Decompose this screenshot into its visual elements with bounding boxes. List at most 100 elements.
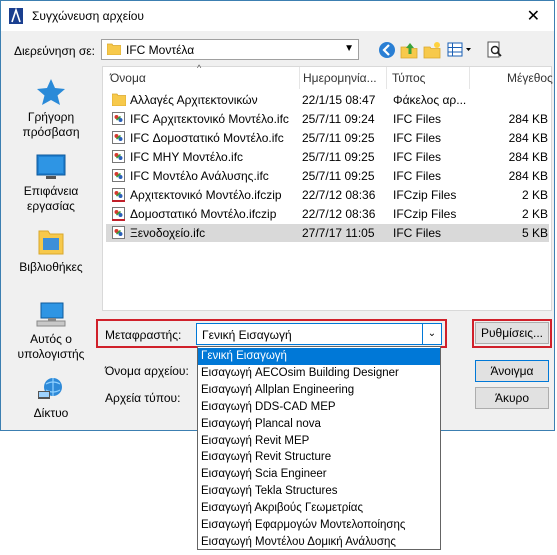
translator-option[interactable]: Εισαγωγή Plancal nova (198, 416, 440, 433)
column-header-date[interactable]: Ημερομηνία... (303, 67, 377, 89)
file-size: 284 KB (508, 150, 548, 164)
look-in-value: IFC Μοντέλα (126, 43, 195, 57)
column-header-type[interactable]: Τύπος (392, 67, 425, 89)
ifc-file-icon (112, 188, 125, 202)
file-row[interactable]: Δομοστατικό Μοντέλο.ifczip 22/7/12 08:36 I… (106, 205, 549, 223)
chevron-down-icon[interactable]: ▼ (344, 43, 354, 54)
translator-option[interactable]: Εισαγωγή DDS-CAD MEP (198, 399, 440, 416)
file-name: IFC Αρχιτεκτονικό Μοντέλο.ifc (130, 112, 289, 126)
file-name: IFC MHY Μοντέλο.ifc (130, 150, 244, 164)
network-icon (38, 378, 62, 399)
look-in-combo[interactable]: IFC Μοντέλα ▼ (101, 39, 359, 60)
place-network[interactable]: Δίκτυο (8, 376, 94, 421)
close-icon[interactable]: ✕ (527, 6, 540, 26)
file-row[interactable]: Αλλαγές Αρχιτεκτονικών 22/1/15 08:47 Φάκελ… (106, 91, 549, 109)
file-size: 284 KB (508, 169, 548, 183)
window-title: Συγχώνευση αρχείου (32, 9, 144, 23)
column-header-size[interactable]: Μέγεθος (507, 67, 553, 89)
place-this-pc[interactable]: Αυτός ο υπολογιστής (8, 302, 94, 362)
chevron-down-icon[interactable]: ⌄ (422, 324, 441, 344)
translator-option[interactable]: Εισαγωγή Tekla Structures (198, 483, 440, 500)
title-bar: Συγχώνευση αρχείου ✕ (1, 1, 554, 31)
translator-option[interactable]: Εισαγωγή Ακριβούς Γεωμετρίας (198, 500, 440, 517)
translator-dropdown-list: Γενική Εισαγωγή Εισαγωγή AECOsim Building… (197, 346, 441, 550)
translator-option[interactable]: Γενική Εισαγωγή (198, 348, 440, 365)
file-size: 2 KB (521, 207, 548, 221)
back-icon[interactable] (377, 40, 397, 60)
file-name: Ξενοδοχείο.ifc (130, 226, 206, 240)
file-date: 25/7/11 09:25 (302, 169, 375, 183)
file-name: IFC Δομοστατικό Μοντέλο.ifc (130, 131, 284, 145)
file-type: IFC Files (393, 226, 441, 240)
folder-icon (112, 93, 126, 106)
ifc-file-icon (112, 226, 125, 239)
ifc-file-icon (112, 207, 125, 221)
file-name: IFC Μοντέλο Ανάλυσης.ifc (130, 169, 269, 183)
ifc-file-icon (112, 150, 125, 163)
file-type: IFC Files (393, 112, 441, 126)
place-label: Δίκτυο (33, 406, 69, 420)
place-quick-access[interactable]: Γρήγορη πρόσβαση (8, 78, 94, 140)
translator-option[interactable]: Εισαγωγή Scia Engineer (198, 466, 440, 483)
settings-button[interactable]: Ρυθμίσεις... (475, 322, 549, 344)
translator-option[interactable]: Εισαγωγή Revit Structure (198, 449, 440, 466)
file-name: Δομοστατικό Μοντέλο.ifczip (130, 207, 277, 221)
column-header-name[interactable]: Όνομα (110, 67, 146, 89)
file-list[interactable]: Όνομα ^ Ημερομηνία... Τύπος Μέγεθος Αλλα… (102, 63, 553, 311)
file-size: 284 KB (508, 131, 548, 145)
translator-option[interactable]: Εισαγωγή Allplan Engineering (198, 382, 440, 399)
place-libraries[interactable]: Βιβλιοθήκες (8, 228, 94, 275)
file-type: IFCzip Files (393, 207, 457, 221)
file-date: 22/1/15 08:47 (302, 93, 376, 107)
look-in-label: Διερεύνηση σε: (14, 44, 95, 58)
view-menu-icon[interactable] (447, 40, 473, 60)
file-name: Αρχιτεκτονικό Μοντέλο.ifczip (130, 188, 282, 202)
file-name: Αλλαγές Αρχιτεκτονικών (130, 93, 258, 107)
place-label: Αυτός ο υπολογιστής (17, 332, 85, 361)
ifc-file-icon (112, 131, 125, 144)
translator-option[interactable]: Εισαγωγή Εφαρμογών Μοντελοποίησης (198, 517, 440, 534)
preview-icon[interactable] (485, 40, 505, 60)
open-button[interactable]: Άνοιγμα (475, 360, 549, 382)
translator-option[interactable]: Εισαγωγή Revit MEP (198, 433, 440, 450)
column-divider[interactable] (386, 67, 387, 89)
file-date: 25/7/11 09:24 (302, 112, 375, 126)
file-row[interactable]: IFC MHY Μοντέλο.ifc 25/7/11 09:25 IFC File… (106, 148, 549, 166)
translator-option[interactable]: Εισαγωγή Μοντέλου Δομική Ανάλυσης (198, 534, 440, 551)
quick-access-star-icon (37, 79, 65, 105)
file-row[interactable]: IFC Αρχιτεκτονικό Μοντέλο.ifc 25/7/11 09:… (106, 110, 549, 128)
file-type-label: Αρχεία τύπου: (105, 391, 181, 405)
translator-option[interactable]: Εισαγωγή AECOsim Building Designer (198, 365, 440, 382)
cancel-button[interactable]: Άκυρο (475, 387, 549, 409)
places-bar: Γρήγορη πρόσβαση Επιφάνεια εργασίας Βιβλ… (8, 66, 94, 426)
file-date: 25/7/11 09:25 (302, 150, 375, 164)
column-divider[interactable] (299, 67, 300, 89)
file-row[interactable]: Αρχιτεκτονικό Μοντέλο.ifczip 22/7/12 08:3… (106, 186, 549, 204)
file-date: 27/7/17 11:05 (302, 226, 375, 240)
file-row[interactable]: IFC Μοντέλο Ανάλυσης.ifc 25/7/11 09:25 IFC… (106, 167, 549, 185)
up-folder-icon[interactable] (399, 40, 419, 60)
file-name-label: Όνομα αρχείου: (105, 364, 189, 378)
file-row[interactable]: IFC Δομοστατικό Μοντέλο.ifc 25/7/11 09:25… (106, 129, 549, 147)
desktop-icon (36, 154, 66, 179)
file-size: 2 KB (521, 188, 548, 202)
translator-combo[interactable]: Γενική Εισαγωγή ⌄ (196, 323, 442, 345)
file-date: 22/7/12 08:36 (302, 188, 376, 202)
file-type: IFC Files (393, 169, 441, 183)
app-icon (9, 8, 23, 24)
sort-ascending-icon: ^ (197, 63, 202, 73)
place-label: Γρήγορη πρόσβαση (22, 110, 80, 139)
place-label: Βιβλιοθήκες (19, 260, 83, 274)
file-date: 22/7/12 08:36 (302, 207, 376, 221)
ifc-file-icon (112, 112, 125, 125)
this-pc-icon (36, 302, 66, 327)
file-type: IFC Files (393, 131, 441, 145)
new-folder-icon[interactable] (422, 40, 442, 60)
column-divider[interactable] (469, 67, 470, 89)
file-type: IFCzip Files (393, 188, 457, 202)
file-size: 5 KB (521, 226, 548, 240)
file-size: 284 KB (508, 112, 548, 126)
file-date: 25/7/11 09:25 (302, 131, 375, 145)
place-desktop[interactable]: Επιφάνεια εργασίας (8, 154, 94, 214)
file-row[interactable]: Ξενοδοχείο.ifc 27/7/17 11:05 IFC Files 5 KB (106, 224, 549, 242)
